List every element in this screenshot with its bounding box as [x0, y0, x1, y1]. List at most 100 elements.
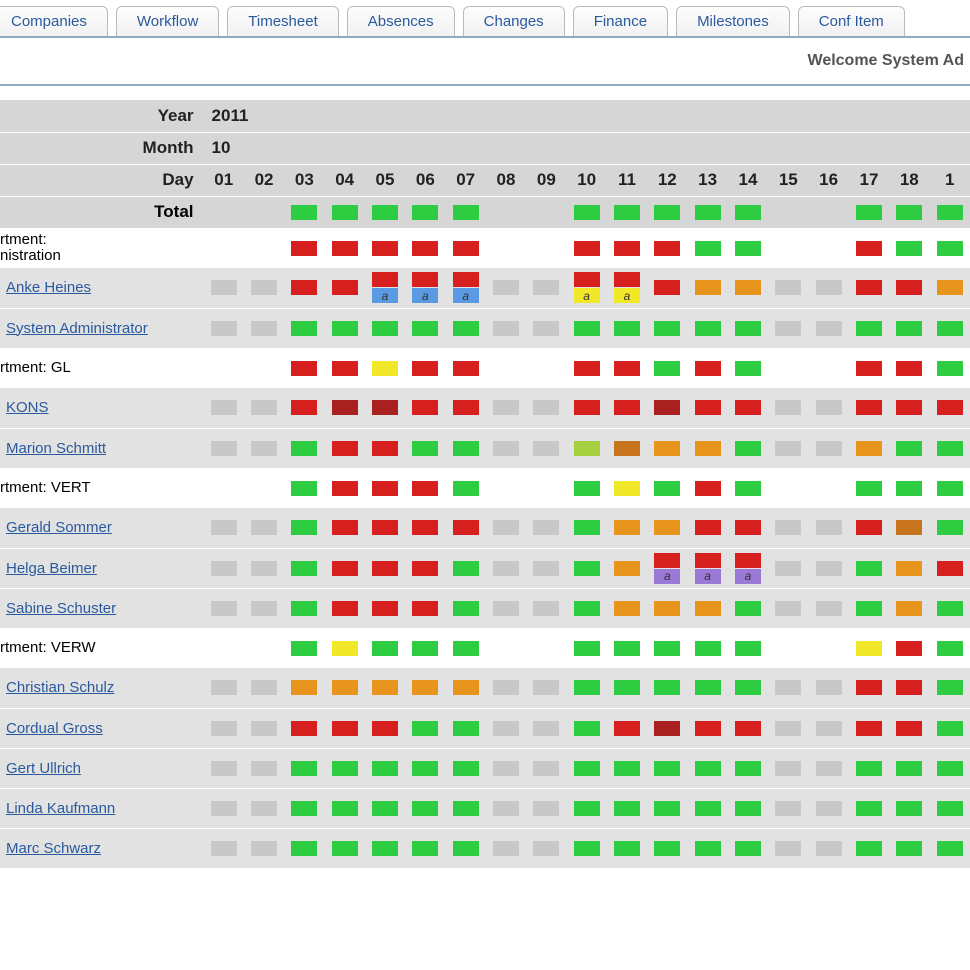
absence-cell[interactable] — [728, 588, 768, 628]
absence-cell[interactable] — [566, 388, 606, 428]
absence-cell[interactable] — [446, 668, 486, 708]
absence-cell[interactable] — [929, 548, 970, 588]
absence-cell[interactable] — [446, 508, 486, 548]
absence-cell[interactable] — [808, 228, 848, 268]
absence-cell[interactable] — [808, 788, 848, 828]
absence-cell[interactable] — [365, 228, 405, 268]
absence-cell[interactable] — [889, 196, 929, 228]
absence-cell[interactable] — [405, 388, 445, 428]
absence-cell[interactable] — [768, 588, 808, 628]
absence-cell[interactable] — [486, 196, 526, 228]
absence-cell[interactable] — [728, 788, 768, 828]
absence-cell[interactable] — [244, 748, 284, 788]
absence-cell[interactable] — [607, 228, 647, 268]
absence-cell[interactable] — [728, 308, 768, 348]
absence-cell[interactable] — [808, 348, 848, 388]
absence-cell[interactable] — [204, 196, 244, 228]
absence-cell[interactable] — [244, 268, 284, 308]
absence-cell[interactable] — [284, 588, 324, 628]
absence-cell[interactable] — [365, 196, 405, 228]
absence-cell[interactable] — [365, 548, 405, 588]
absence-cell[interactable] — [687, 708, 727, 748]
absence-cell[interactable] — [607, 588, 647, 628]
absence-cell[interactable] — [849, 428, 889, 468]
absence-cell[interactable] — [284, 196, 324, 228]
absence-cell[interactable] — [607, 828, 647, 868]
absence-cell[interactable] — [204, 748, 244, 788]
absence-cell[interactable] — [405, 588, 445, 628]
person-link[interactable]: Marion Schmitt — [6, 440, 106, 457]
tab-timesheet[interactable]: Timesheet — [227, 6, 338, 36]
absence-cell[interactable] — [526, 708, 566, 748]
absence-cell[interactable] — [728, 628, 768, 668]
absence-cell[interactable] — [687, 428, 727, 468]
absence-cell[interactable] — [929, 748, 970, 788]
absence-cell[interactable] — [687, 788, 727, 828]
absence-cell[interactable] — [687, 196, 727, 228]
absence-cell[interactable] — [849, 268, 889, 308]
absence-cell[interactable] — [768, 196, 808, 228]
absence-cell[interactable] — [405, 668, 445, 708]
absence-cell[interactable]: a — [647, 548, 687, 588]
absence-cell[interactable] — [526, 628, 566, 668]
absence-cell[interactable] — [284, 228, 324, 268]
absence-cell[interactable] — [365, 588, 405, 628]
absence-cell[interactable] — [526, 268, 566, 308]
absence-cell[interactable] — [687, 628, 727, 668]
absence-cell[interactable] — [687, 508, 727, 548]
absence-cell[interactable] — [325, 828, 365, 868]
absence-cell[interactable] — [284, 268, 324, 308]
absence-cell[interactable] — [849, 748, 889, 788]
absence-cell[interactable] — [808, 588, 848, 628]
absence-cell[interactable] — [486, 548, 526, 588]
absence-cell[interactable] — [889, 428, 929, 468]
absence-cell[interactable] — [204, 228, 244, 268]
absence-cell[interactable] — [446, 348, 486, 388]
absence-cell[interactable] — [728, 388, 768, 428]
absence-cell[interactable] — [647, 196, 687, 228]
absence-cell[interactable] — [446, 588, 486, 628]
absence-cell[interactable] — [204, 508, 244, 548]
absence-cell[interactable] — [486, 468, 526, 508]
absence-cell[interactable] — [244, 348, 284, 388]
absence-cell[interactable] — [687, 308, 727, 348]
absence-cell[interactable] — [526, 308, 566, 348]
absence-cell[interactable] — [849, 588, 889, 628]
absence-cell[interactable] — [204, 268, 244, 308]
absence-cell[interactable] — [486, 508, 526, 548]
absence-cell[interactable] — [365, 628, 405, 668]
absence-cell[interactable] — [808, 628, 848, 668]
absence-cell[interactable] — [929, 788, 970, 828]
absence-cell[interactable] — [244, 628, 284, 668]
absence-cell[interactable] — [284, 828, 324, 868]
absence-cell[interactable] — [325, 308, 365, 348]
absence-cell[interactable] — [284, 348, 324, 388]
absence-cell[interactable] — [687, 828, 727, 868]
absence-cell[interactable] — [566, 828, 606, 868]
absence-cell[interactable] — [284, 428, 324, 468]
absence-cell[interactable] — [204, 588, 244, 628]
absence-cell[interactable] — [244, 788, 284, 828]
absence-cell[interactable] — [768, 628, 808, 668]
absence-cell[interactable] — [325, 628, 365, 668]
absence-cell[interactable] — [446, 308, 486, 348]
absence-cell[interactable] — [405, 308, 445, 348]
absence-cell[interactable] — [284, 548, 324, 588]
person-link[interactable]: Anke Heines — [6, 279, 91, 296]
absence-cell[interactable] — [849, 308, 889, 348]
absence-cell[interactable]: a — [365, 268, 405, 308]
absence-cell[interactable] — [446, 708, 486, 748]
absence-cell[interactable] — [647, 828, 687, 868]
absence-cell[interactable] — [768, 348, 808, 388]
absence-cell[interactable] — [607, 788, 647, 828]
absence-cell[interactable] — [808, 196, 848, 228]
absence-cell[interactable] — [365, 348, 405, 388]
absence-cell[interactable] — [244, 588, 284, 628]
person-link[interactable]: Christian Schulz — [6, 679, 114, 696]
absence-cell[interactable] — [647, 788, 687, 828]
absence-cell[interactable] — [446, 468, 486, 508]
absence-cell[interactable] — [889, 708, 929, 748]
absence-cell[interactable] — [849, 708, 889, 748]
absence-cell[interactable] — [566, 468, 606, 508]
absence-cell[interactable] — [284, 308, 324, 348]
